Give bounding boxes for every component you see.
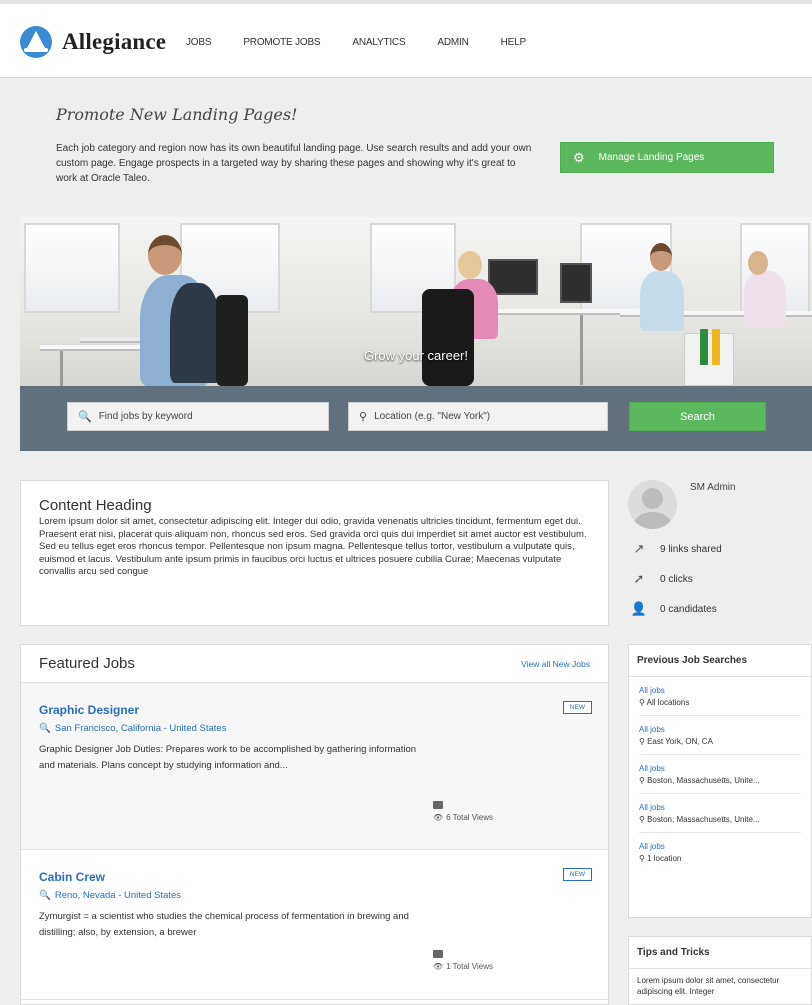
search-location: ⚲ All locations: [639, 698, 690, 707]
search-query[interactable]: All jobs: [639, 764, 801, 773]
manage-landing-pages-button[interactable]: ⚙ Manage Landing Pages: [560, 142, 774, 173]
search-query[interactable]: All jobs: [639, 803, 801, 812]
previous-searches-list: All jobs ⚲ All locations All jobs ⚲ East…: [629, 677, 811, 871]
job-views: 1 Total Views: [446, 962, 493, 971]
nav-admin[interactable]: ADMIN: [437, 37, 468, 48]
eye-icon: 👁: [433, 962, 444, 971]
manage-landing-pages-label: Manage Landing Pages: [598, 152, 705, 163]
featured-jobs-header: Featured Jobs View all New Jobs: [21, 645, 608, 683]
search-location: ⚲ Boston, Massachusetts, Unite...: [639, 776, 760, 785]
search-icon: 🔍: [39, 890, 51, 901]
map-pin-icon: ⚲: [639, 698, 647, 707]
search-location: ⚲ East York, ON, CA: [639, 737, 713, 746]
nav-jobs[interactable]: JOBS: [186, 37, 212, 48]
tips-text: Lorem ipsum dolor sit amet, consectetur …: [637, 976, 780, 996]
allegiance-logo-icon: [20, 26, 52, 58]
eye-icon: 👁: [433, 813, 444, 822]
candidates-stat: 👤 0 candidates: [628, 601, 717, 617]
tips-card: Tips and Tricks Lorem ipsum dolor sit am…: [628, 936, 812, 1005]
profile-summary: SM Admin ↗ 9 links shared ➚ 0 clicks 👤 0 ca…: [628, 480, 812, 620]
hero-tagline: Grow your career!: [363, 348, 469, 363]
job-views: 6 Total Views: [446, 813, 493, 822]
brand-name: Allegiance: [62, 29, 167, 54]
job-description: Graphic Designer Job Duties: Prepares wo…: [39, 744, 417, 771]
links-shared-text: 9 links shared: [660, 543, 722, 555]
search-query[interactable]: All jobs: [639, 725, 801, 734]
new-badge: NEW: [562, 701, 592, 714]
search-location: ⚲ Boston, Massachusetts, Unite...: [639, 815, 760, 824]
promo-text: Each job category and region now has its…: [56, 143, 532, 184]
gear-icon: ⚙: [573, 149, 585, 165]
job-location[interactable]: 🔍 San Francisco, California - United Stat…: [39, 723, 590, 734]
avatar[interactable]: [628, 480, 677, 529]
previous-searches-card: Previous Job Searches All jobs ⚲ All loc…: [628, 644, 812, 918]
share-icon: ↗: [633, 541, 645, 556]
keyword-placeholder: Find jobs by keyword: [98, 411, 193, 422]
search-icon: 🔍: [78, 411, 92, 423]
previous-search-item[interactable]: All jobs ⚲ Boston, Massachusetts, Unite.…: [639, 755, 801, 794]
brand-logo[interactable]: Allegiance: [20, 26, 166, 58]
top-navigation-bar: Allegiance JOBS PROMOTE JOBS ANALYTICS A…: [0, 0, 812, 78]
tips-title: Tips and Tricks: [629, 937, 811, 969]
clicks-stat: ➚ 0 clicks: [628, 571, 693, 587]
view-all-new-jobs-link[interactable]: View all New Jobs: [521, 659, 590, 669]
hero-banner: Grow your career! 🔍 Find jobs by keyword…: [20, 217, 812, 451]
map-pin-icon: ⚲: [639, 815, 648, 824]
promo-title: Promote New Landing Pages!: [56, 105, 298, 124]
previous-search-item[interactable]: All jobs ⚲ 1 location: [639, 833, 801, 871]
new-badge: NEW: [562, 868, 592, 881]
map-pin-icon: ⚲: [639, 854, 648, 863]
cursor-icon: ➚: [633, 571, 645, 586]
search-query[interactable]: All jobs: [639, 686, 801, 695]
previous-search-item[interactable]: All jobs ⚲ Boston, Massachusetts, Unite.…: [639, 794, 801, 833]
job-location[interactable]: 🔍 Reno, Nevada - United States: [39, 890, 590, 901]
map-pin-icon: ⚲: [359, 411, 368, 423]
profile-name: SM Admin: [690, 482, 736, 493]
search-button[interactable]: Search: [629, 402, 766, 431]
map-pin-icon: ⚲: [639, 776, 648, 785]
job-listing[interactable]: Graphic Designer 🔍 San Francisco, Califor…: [21, 683, 608, 850]
featured-jobs-title: Featured Jobs: [39, 655, 135, 672]
clicks-text: 0 clicks: [660, 573, 693, 585]
featured-jobs-card: Featured Jobs View all New Jobs Graphic …: [20, 644, 609, 1005]
location-search-input[interactable]: ⚲ Location (e.g. "New York"): [348, 402, 608, 431]
nav-analytics[interactable]: ANALYTICS: [352, 37, 405, 48]
job-title[interactable]: Cabin Crew: [39, 870, 590, 884]
content-card: Content Heading Lorem ipsum dolor sit am…: [20, 480, 609, 626]
nav-help[interactable]: HELP: [501, 37, 527, 48]
location-placeholder: Location (e.g. "New York"): [374, 411, 491, 422]
nav-promote-jobs[interactable]: PROMOTE JOBS: [243, 37, 320, 48]
previous-searches-title: Previous Job Searches: [629, 645, 811, 677]
main-nav: JOBS PROMOTE JOBS ANALYTICS ADMIN HELP: [186, 37, 558, 48]
job-search-bar: 🔍 Find jobs by keyword ⚲ Location (e.g. …: [20, 386, 812, 451]
search-icon: 🔍: [39, 723, 51, 734]
job-listing[interactable]: Cabin Crew 🔍 Reno, Nevada - United States…: [21, 850, 608, 1000]
folder-icon: [433, 801, 443, 809]
search-location: ⚲ 1 location: [639, 854, 682, 863]
content-heading: Content Heading: [39, 497, 152, 514]
candidates-text: 0 candidates: [660, 603, 717, 615]
job-stats: 👁 1 Total Views: [433, 950, 493, 971]
map-pin-icon: ⚲: [639, 737, 648, 746]
user-icon: 👤: [630, 601, 648, 616]
links-shared-stat: ↗ 9 links shared: [628, 541, 722, 557]
job-location-text: San Francisco, California - United State…: [54, 723, 227, 734]
folder-icon: [433, 950, 443, 958]
previous-search-item[interactable]: All jobs ⚲ All locations: [639, 677, 801, 716]
job-stats: 👁 6 Total Views: [433, 801, 493, 822]
search-query[interactable]: All jobs: [639, 842, 801, 851]
job-location-text: Reno, Nevada - United States: [54, 890, 182, 901]
content-body: Lorem ipsum dolor sit amet, consectetur …: [39, 516, 587, 578]
keyword-search-input[interactable]: 🔍 Find jobs by keyword: [67, 402, 329, 431]
job-title[interactable]: Graphic Designer: [39, 703, 590, 717]
job-description: Zymurgist = a scientist who studies the …: [39, 911, 409, 938]
previous-search-item[interactable]: All jobs ⚲ East York, ON, CA: [639, 716, 801, 755]
